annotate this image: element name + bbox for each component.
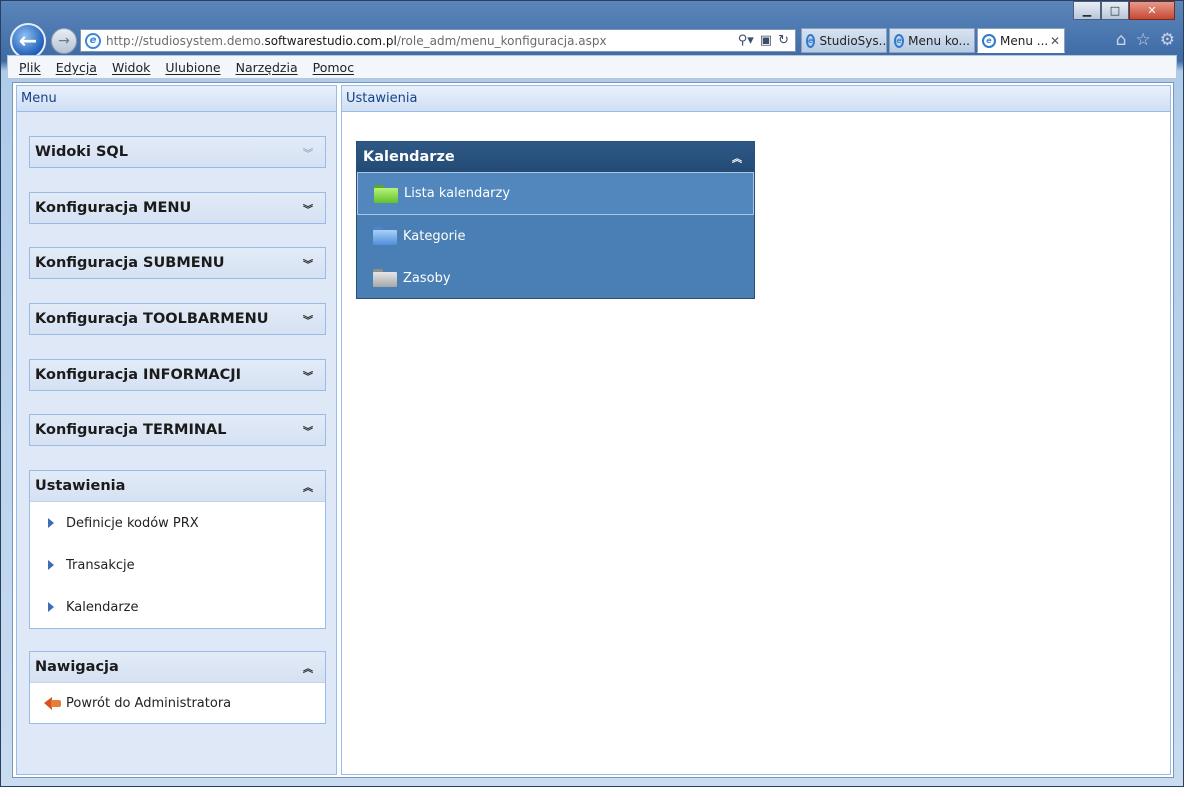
ie-tab-icon: e [806, 33, 816, 48]
gray-folder-icon [373, 269, 397, 287]
expand-chevron-icon[interactable]: ︾ [303, 312, 313, 327]
browser-toolbar-icons: ⌂ ☆ ⚙ [1116, 30, 1175, 50]
group-label: Ustawienia [35, 478, 126, 494]
triangle-right-icon [48, 518, 54, 528]
expand-chevron-icon[interactable]: ︾ [303, 145, 313, 160]
expand-chevron-icon[interactable]: ︾ [303, 256, 313, 271]
group-label: Konfiguracja SUBMENU [35, 255, 225, 271]
tab-studiosystem[interactable]: e StudioSys... [801, 28, 887, 53]
favorites-star-icon[interactable]: ☆ [1136, 30, 1151, 50]
item-kategorie[interactable]: Kategorie [357, 215, 754, 257]
group-ustawienia: Ustawienia ︽ Definicje kodów PRX Transakc… [29, 470, 326, 629]
group-label: Nawigacja [35, 659, 119, 675]
forward-arrow-icon[interactable]: → [51, 28, 77, 54]
kalendarze-title: Kalendarze [363, 149, 455, 165]
compatibility-icon[interactable]: ▣ [760, 33, 772, 48]
group-nawigacja: Nawigacja ︽ Powrót do Administratora [29, 651, 326, 724]
menu-widok[interactable]: Widok [112, 60, 150, 75]
group-label: Konfiguracja TERMINAL [35, 422, 227, 438]
group-label: Konfiguracja TOOLBARMENU [35, 311, 269, 327]
expand-chevron-icon[interactable]: ︾ [303, 368, 313, 383]
group-konfiguracja-informacji[interactable]: Konfiguracja INFORMACJI ︾ [29, 359, 326, 391]
menu-plik[interactable]: Plik [19, 60, 41, 75]
menu-panel-title: Menu [17, 86, 336, 112]
menu-narzedzia[interactable]: Narzędzia [236, 60, 298, 75]
address-bar[interactable]: e http://studiosystem.demo.softwarestudi… [80, 29, 796, 52]
kalendarze-box: Kalendarze ︽ Lista kalendarzy Kategorie Z… [356, 141, 755, 299]
menu-item-definicje-kodow[interactable]: Definicje kodów PRX [30, 502, 325, 544]
group-label: Konfiguracja MENU [35, 200, 192, 216]
menu-bar: Plik Edycja Widok Ulubione Narzędzia Pom… [7, 55, 1177, 79]
url-text[interactable]: http://studiosystem.demo.softwarestudio.… [106, 34, 738, 48]
menu-panel: Menu Widoki SQL ︾ Konfiguracja MENU ︾ Konf… [16, 85, 337, 775]
page-content: Menu Widoki SQL ︾ Konfiguracja MENU ︾ Konf… [12, 82, 1174, 778]
address-tools: ⚲▾ ▣ ↻ [738, 33, 795, 48]
ie-tab-icon: e [894, 33, 905, 48]
group-items: Powrót do Administratora [30, 682, 325, 723]
expand-chevron-icon[interactable]: ︾ [303, 423, 313, 438]
group-konfiguracja-terminal[interactable]: Konfiguracja TERMINAL ︾ [29, 414, 326, 446]
triangle-right-icon [48, 602, 54, 612]
group-konfiguracja-toolbarmenu[interactable]: Konfiguracja TOOLBARMENU ︾ [29, 303, 326, 335]
home-icon[interactable]: ⌂ [1116, 30, 1127, 50]
collapse-chevron-icon[interactable]: ︽ [732, 150, 742, 165]
group-konfiguracja-menu[interactable]: Konfiguracja MENU ︾ [29, 192, 326, 224]
menu-ulubione[interactable]: Ulubione [165, 60, 220, 75]
group-widoki-sql[interactable]: Widoki SQL ︾ [29, 136, 326, 168]
refresh-icon[interactable]: ↻ [778, 33, 789, 48]
menu-item-kalendarze[interactable]: Kalendarze [30, 586, 325, 628]
kalendarze-header[interactable]: Kalendarze ︽ [357, 142, 754, 172]
settings-panel: Ustawienia Kalendarze ︽ Lista kalendarzy … [341, 85, 1171, 775]
window-controls: ▁ □ ✕ [1073, 1, 1175, 20]
group-konfiguracja-submenu[interactable]: Konfiguracja SUBMENU ︾ [29, 247, 326, 279]
green-folder-icon [374, 184, 398, 203]
menu-item-transakcje[interactable]: Transakcje [30, 544, 325, 586]
collapse-chevron-icon[interactable]: ︽ [303, 479, 313, 494]
close-icon[interactable]: ✕ [1129, 1, 1175, 20]
maximize-icon[interactable]: □ [1101, 1, 1129, 20]
ie-tab-icon: e [982, 33, 996, 48]
collapse-chevron-icon[interactable]: ︽ [303, 660, 313, 675]
menu-pomoc[interactable]: Pomoc [313, 60, 354, 75]
tab-close-icon[interactable]: ✕ [1050, 34, 1060, 48]
triangle-right-icon [48, 560, 54, 570]
tab-menu-active[interactable]: e Menu ... ✕ [977, 28, 1065, 53]
tab-strip: e StudioSys... e Menu ko... e Menu ... ✕ [801, 28, 1065, 53]
blue-folder-icon [373, 227, 397, 245]
expand-chevron-icon[interactable]: ︾ [303, 201, 313, 216]
group-label: Widoki SQL [35, 144, 128, 160]
back-arrow-orange-icon [44, 696, 62, 710]
gear-icon[interactable]: ⚙ [1160, 30, 1175, 50]
settings-panel-title: Ustawienia [342, 86, 1170, 112]
ie-page-icon: e [85, 32, 101, 49]
item-zasoby[interactable]: Zasoby [357, 257, 754, 299]
back-arrow-icon[interactable]: ← [10, 23, 46, 59]
search-icon[interactable]: ⚲▾ [738, 33, 754, 48]
group-items: Definicje kodów PRX Transakcje Kalendarz… [30, 501, 325, 628]
navigation-bar: ← → e http://studiosystem.demo.softwares… [1, 23, 1184, 59]
item-lista-kalendarzy[interactable]: Lista kalendarzy [357, 172, 754, 215]
browser-window: ▁ □ ✕ ← → e http://studiosystem.demo.sof… [0, 0, 1184, 787]
menu-item-powrot[interactable]: Powrót do Administratora [30, 683, 325, 723]
menu-edycja[interactable]: Edycja [56, 60, 97, 75]
minimize-icon[interactable]: ▁ [1073, 1, 1101, 20]
tab-menu-konfiguracja[interactable]: e Menu ko... [889, 28, 975, 53]
group-label: Konfiguracja INFORMACJI [35, 367, 242, 383]
